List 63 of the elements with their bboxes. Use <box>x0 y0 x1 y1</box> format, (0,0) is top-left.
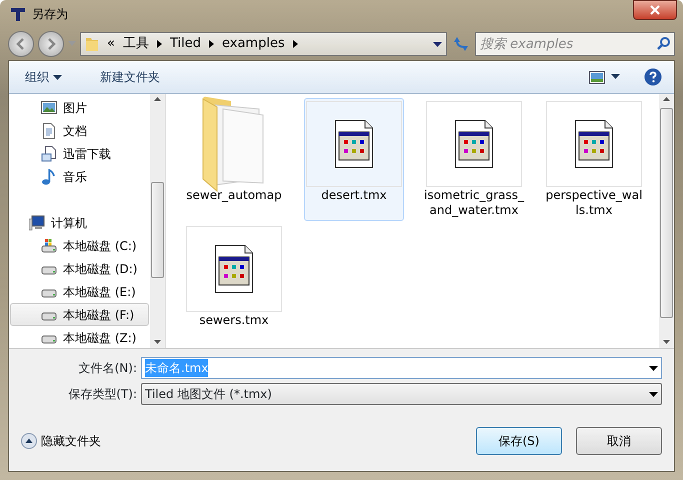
scroll-up-icon[interactable] <box>154 97 161 102</box>
map-file-icon <box>574 120 614 168</box>
map-file-icon <box>334 120 374 168</box>
view-caret-icon[interactable] <box>611 74 620 80</box>
scroll-up-icon[interactable] <box>663 97 670 102</box>
dropdown-caret-icon <box>433 42 442 46</box>
help-icon[interactable] <box>644 68 662 86</box>
new-folder-button[interactable]: 新建文件夹 <box>96 66 164 88</box>
map-file-icon <box>454 120 494 168</box>
save-button[interactable]: 保存(S) <box>476 427 562 455</box>
sidebar-item[interactable]: 文档 <box>10 119 149 142</box>
view-icon[interactable] <box>589 70 605 84</box>
filename-label: 文件名(N): <box>78 360 137 377</box>
chevron-icon <box>156 40 162 48</box>
hide-folders-button[interactable]: 隐藏文件夹 <box>21 432 101 450</box>
collapse-icon <box>21 433 37 449</box>
drive-icon <box>41 238 57 254</box>
chevron-icon <box>208 40 214 48</box>
cancel-button[interactable]: 取消 <box>576 427 662 455</box>
sidebar-item[interactable]: 本地磁盘 (Z:) <box>10 326 149 348</box>
sidebar-item[interactable]: 计算机 <box>10 211 149 234</box>
picture-icon <box>41 100 57 116</box>
file-item[interactable]: desert.tmx <box>304 98 404 221</box>
address-overflow[interactable]: « <box>107 34 115 54</box>
sidebar-item[interactable]: 迅雷下载 <box>10 142 149 165</box>
app-icon <box>10 6 26 22</box>
sidebar-item[interactable]: 图片 <box>10 96 149 119</box>
map-file-icon <box>214 245 254 293</box>
organize-menu[interactable]: 组织 <box>21 66 66 88</box>
file-item[interactable]: sewer_automap <box>184 98 284 221</box>
computer-icon <box>29 214 45 230</box>
close-icon <box>650 5 660 15</box>
scroll-down-icon[interactable] <box>154 340 161 345</box>
folder-icon <box>85 36 99 52</box>
back-button[interactable] <box>8 31 34 57</box>
content-scrollbar[interactable] <box>659 94 674 348</box>
sidebar-item[interactable]: 音乐 <box>10 165 149 188</box>
back-icon <box>15 38 27 50</box>
scroll-down-icon[interactable] <box>663 340 670 345</box>
caret-icon <box>53 74 62 80</box>
sidebar-item[interactable]: 本地磁盘 (D:) <box>10 257 149 280</box>
forward-button[interactable] <box>38 31 64 57</box>
sidebar-item[interactable]: 本地磁盘 (F:) <box>10 303 149 326</box>
forward-icon <box>45 38 57 50</box>
document-icon <box>41 146 57 162</box>
sidebar-scrollbar[interactable] <box>150 94 165 348</box>
chevron-icon <box>292 40 298 48</box>
dropdown-caret-icon[interactable] <box>649 366 658 370</box>
document-icon <box>41 122 57 138</box>
address-bar[interactable]: « 工具 Tiled examples <box>80 32 447 56</box>
dropdown-caret-icon <box>649 392 658 396</box>
sidebar-item[interactable]: 本地磁盘 (C:) <box>10 234 149 257</box>
search-field[interactable]: 搜索 examples <box>475 32 675 56</box>
file-type-dropdown[interactable]: Tiled 地图文件 (*.tmx) <box>141 383 662 405</box>
breadcrumb-link[interactable]: 工具 <box>122 34 149 54</box>
search-icon <box>657 37 670 50</box>
close-button[interactable] <box>633 0 677 20</box>
music-note-icon <box>41 168 57 184</box>
file-type-label: 保存类型(T): <box>67 386 137 403</box>
window-title: 另存为 <box>32 6 68 23</box>
breadcrumb-link[interactable]: examples <box>222 34 285 54</box>
breadcrumb-link[interactable]: Tiled <box>170 34 201 54</box>
sidebar-item[interactable]: 本地磁盘 (E:) <box>10 280 149 303</box>
